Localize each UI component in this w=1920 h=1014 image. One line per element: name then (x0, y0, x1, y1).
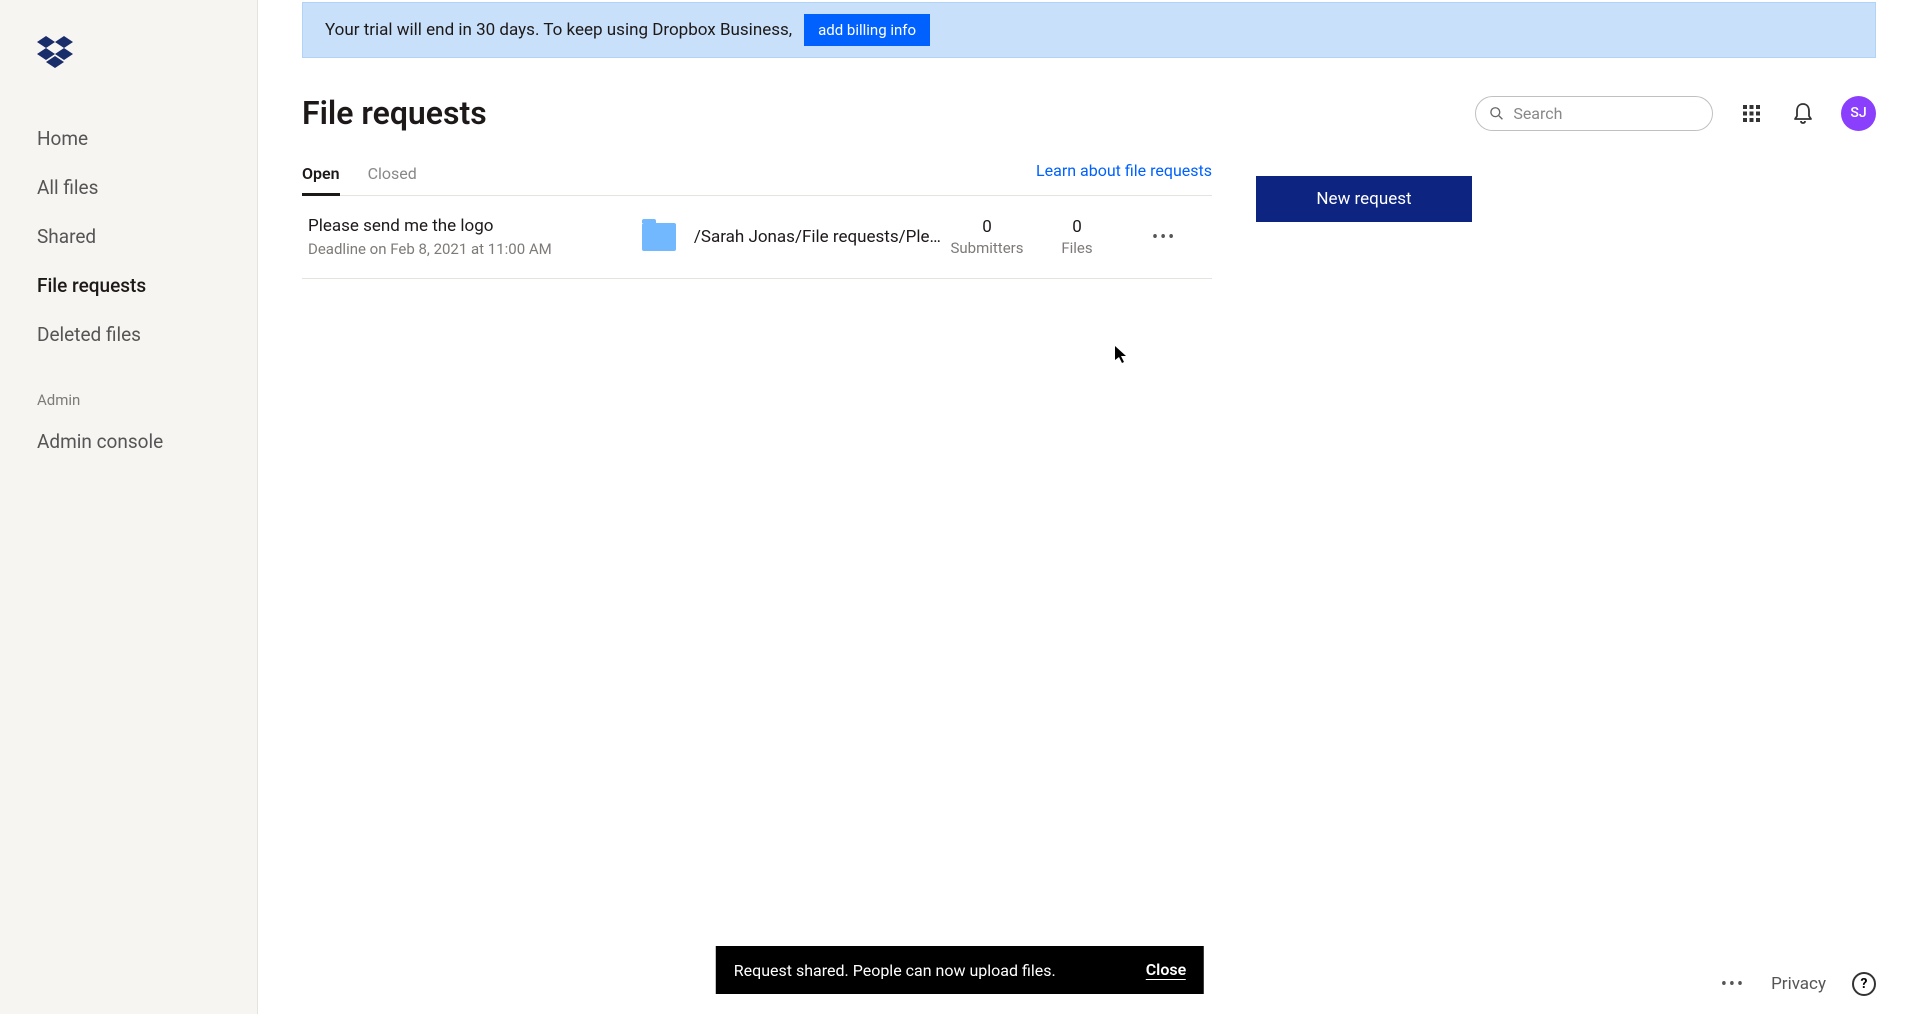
folder-icon (642, 223, 676, 251)
search-box[interactable] (1475, 96, 1713, 131)
request-deadline: Deadline on Feb 8, 2021 at 11:00 AM (308, 240, 642, 258)
tabs: Open Closed (302, 156, 417, 195)
content-body: Open Closed Learn about file requests Pl… (258, 132, 1920, 279)
header-right: SJ (1475, 96, 1876, 131)
user-avatar[interactable]: SJ (1841, 96, 1876, 131)
tabs-row: Open Closed Learn about file requests (302, 156, 1212, 196)
search-input[interactable] (1513, 104, 1698, 123)
nav-home[interactable]: Home (0, 114, 257, 163)
banner-text: Your trial will end in 30 days. To keep … (325, 20, 792, 40)
folder-path: /Sarah Jonas/File requests/Ple... (694, 227, 942, 247)
folder-cell: /Sarah Jonas/File requests/Ple... (642, 223, 942, 251)
toast: Request shared. People can now upload fi… (716, 946, 1204, 994)
apps-icon[interactable] (1737, 99, 1765, 127)
nav-file-requests[interactable]: File requests (0, 261, 257, 310)
submitters-stat: 0 Submitters (942, 217, 1032, 257)
notifications-icon[interactable] (1789, 99, 1817, 127)
nav-deleted-files[interactable]: Deleted files (0, 310, 257, 359)
request-row[interactable]: Please send me the logo Deadline on Feb … (302, 196, 1212, 279)
request-title: Please send me the logo (308, 216, 642, 236)
toast-close-button[interactable]: Close (1146, 960, 1187, 980)
nav-shared[interactable]: Shared (0, 212, 257, 261)
admin-section-label: Admin (0, 359, 257, 417)
privacy-link[interactable]: Privacy (1771, 974, 1826, 994)
footer-more-icon[interactable]: ••• (1721, 974, 1745, 995)
new-request-button[interactable]: New request (1256, 176, 1472, 222)
add-billing-button[interactable]: add billing info (804, 14, 930, 46)
content-header: File requests (258, 58, 1920, 132)
left-column: Open Closed Learn about file requests Pl… (302, 156, 1212, 279)
tab-closed[interactable]: Closed (368, 156, 417, 195)
main-content: Your trial will end in 30 days. To keep … (258, 0, 1920, 1014)
submitters-label: Submitters (951, 239, 1024, 257)
dropbox-logo[interactable] (37, 36, 257, 72)
learn-link[interactable]: Learn about file requests (1036, 161, 1212, 190)
files-stat: 0 Files (1032, 217, 1122, 257)
files-count: 0 (1072, 217, 1082, 237)
nav-admin-console[interactable]: Admin console (0, 417, 257, 466)
nav-list: Home All files Shared File requests Dele… (0, 114, 257, 466)
page-title: File requests (302, 94, 487, 132)
sidebar: Home All files Shared File requests Dele… (0, 0, 258, 1014)
footer: ••• Privacy ? (1721, 972, 1876, 996)
trial-banner: Your trial will end in 30 days. To keep … (302, 2, 1876, 58)
submitters-count: 0 (982, 217, 992, 237)
tab-open[interactable]: Open (302, 156, 340, 195)
right-column: New request (1212, 156, 1472, 279)
nav-all-files[interactable]: All files (0, 163, 257, 212)
search-icon (1490, 106, 1503, 121)
mouse-cursor (1115, 346, 1129, 364)
request-info: Please send me the logo Deadline on Feb … (308, 216, 642, 258)
toast-message: Request shared. People can now upload fi… (734, 961, 1056, 980)
help-icon[interactable]: ? (1852, 972, 1876, 996)
files-label: Files (1061, 239, 1092, 257)
row-more-button[interactable]: ••• (1152, 227, 1176, 248)
